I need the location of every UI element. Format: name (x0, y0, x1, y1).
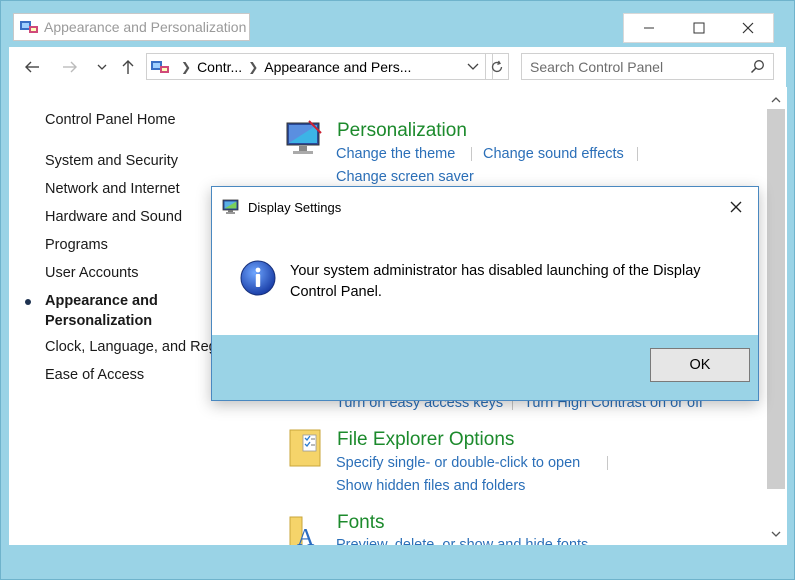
sidebar-item-programs[interactable]: Programs (45, 237, 108, 253)
sidebar-item-hardware-sound[interactable]: Hardware and Sound (45, 209, 182, 225)
address-dropdown-button[interactable] (467, 61, 479, 74)
dialog-footer: OK (212, 335, 758, 400)
breadcrumb-control-panel[interactable]: Contr... (197, 59, 242, 75)
file-explorer-options-icon (289, 429, 321, 467)
vertical-scrollbar[interactable] (765, 87, 787, 545)
dialog-close-button[interactable] (726, 197, 746, 217)
info-icon (240, 260, 276, 296)
refresh-button[interactable] (485, 53, 509, 80)
file-explorer-options-title[interactable]: File Explorer Options (337, 429, 514, 451)
recent-locations-button[interactable] (91, 56, 113, 78)
maximize-icon (693, 22, 704, 34)
close-icon (742, 22, 754, 34)
chevron-up-icon (771, 97, 781, 103)
minimize-icon (643, 27, 654, 29)
breadcrumb-appearance[interactable]: Appearance and Pers... (264, 59, 411, 75)
sidebar-item-user-accounts[interactable]: User Accounts (45, 265, 139, 281)
scroll-up-button[interactable] (765, 91, 787, 109)
sidebar-item-network-internet[interactable]: Network and Internet (45, 181, 180, 197)
scroll-thumb[interactable] (767, 109, 785, 489)
up-arrow-icon (122, 60, 134, 74)
change-sound-effects-link[interactable]: Change sound effects (483, 146, 624, 162)
address-bar[interactable]: ❯ Contr... ❯ Appearance and Pers... (146, 53, 493, 80)
search-input[interactable]: Search Control Panel (521, 53, 774, 80)
dialog-title-bar[interactable]: Display Settings (212, 187, 758, 227)
sidebar-item-personalization[interactable]: Personalization (45, 313, 152, 329)
dialog-message: Your system administrator has disabled l… (290, 263, 701, 300)
display-settings-icon (222, 199, 239, 214)
status-bar (9, 545, 786, 573)
change-theme-link[interactable]: Change the theme (336, 146, 455, 162)
single-double-click-link[interactable]: Specify single- or double-click to open (336, 455, 580, 471)
personalization-title[interactable]: Personalization (337, 120, 467, 142)
window-title: Appearance and Personalization (44, 19, 247, 35)
chevron-down-icon (97, 64, 107, 70)
window-title-box: Appearance and Personalization (13, 13, 250, 41)
dialog-title: Display Settings (248, 199, 342, 215)
chevron-down-icon (771, 531, 781, 537)
sidebar-item-appearance[interactable]: Appearance and (45, 293, 158, 309)
display-settings-dialog: Display Settings Your system administrat… (211, 186, 759, 401)
sidebar-item-clock-language-region[interactable]: Clock, Language, and Region (45, 339, 236, 355)
window-controls (623, 13, 774, 43)
fonts-icon: A (289, 516, 315, 545)
forward-button[interactable] (59, 56, 81, 78)
change-screen-saver-link[interactable]: Change screen saver (336, 169, 474, 185)
search-icon (750, 60, 764, 74)
link-separator (637, 147, 638, 161)
show-hidden-files-link[interactable]: Show hidden files and folders (336, 478, 525, 494)
svg-text:A: A (297, 525, 315, 545)
sidebar-item-system-security[interactable]: System and Security (45, 153, 178, 169)
back-button[interactable] (21, 56, 43, 78)
close-icon (730, 201, 742, 213)
chevron-right-icon: ❯ (248, 59, 259, 74)
refresh-icon (491, 60, 503, 72)
back-arrow-icon (25, 61, 39, 73)
sidebar-item-ease-of-access[interactable]: Ease of Access (45, 367, 144, 383)
link-separator (607, 456, 608, 470)
control-panel-icon (20, 21, 38, 33)
scroll-down-button[interactable] (765, 525, 787, 543)
up-button[interactable] (117, 56, 139, 78)
fonts-title[interactable]: Fonts (337, 512, 385, 534)
close-button[interactable] (723, 14, 773, 42)
minimize-button[interactable] (624, 14, 674, 42)
maximize-button[interactable] (674, 14, 724, 42)
ok-button[interactable]: OK (650, 348, 750, 382)
control-panel-icon (151, 60, 169, 73)
dialog-body: Your system administrator has disabled l… (212, 227, 758, 335)
search-placeholder: Search Control Panel (530, 58, 664, 75)
link-separator (471, 147, 472, 161)
forward-arrow-icon (63, 61, 77, 73)
title-bar[interactable]: Appearance and Personalization (1, 1, 794, 47)
chevron-right-icon: ❯ (181, 59, 192, 74)
sidebar-item-control-panel-home[interactable]: Control Panel Home (45, 112, 176, 128)
chevron-down-icon (467, 63, 479, 70)
preview-fonts-link[interactable]: Preview, delete, or show and hide fonts (336, 537, 588, 545)
address-row: ❯ Contr... ❯ Appearance and Pers... Sear… (9, 47, 786, 87)
personalization-icon (286, 120, 322, 154)
active-bullet (25, 299, 31, 305)
